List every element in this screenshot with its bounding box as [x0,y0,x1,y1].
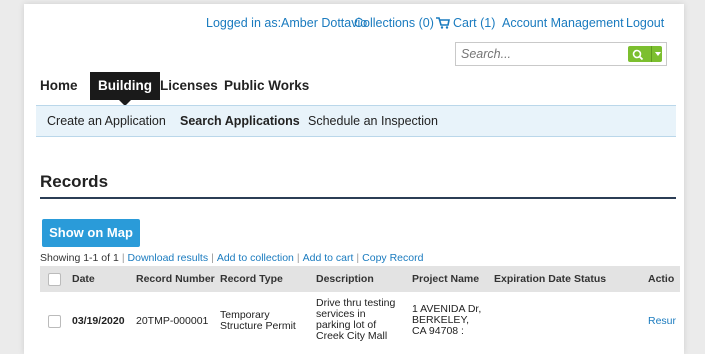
cart-icon [436,17,450,32]
table-header: Date Record Number Record Type Descripti… [40,266,680,292]
show-on-map-button[interactable]: Show on Map [42,219,140,247]
results-summary: Showing 1-1 of 1 | Download results | Add to… [40,252,423,264]
nav-licenses[interactable]: Licenses [160,72,218,100]
search-box [455,42,667,66]
cell-action-resume-link[interactable]: Resur [648,315,676,327]
nav-building-label: Building [98,78,152,93]
records-heading: Records [40,172,109,191]
cell-date: 03/19/2020 [72,315,125,327]
column-header-expiration-date[interactable]: Expiration Date [494,266,571,292]
column-header-status[interactable]: Status [574,266,606,292]
account-management-link[interactable]: Account Management [502,16,624,30]
column-header-description[interactable]: Description [316,266,374,292]
column-header-record-number[interactable]: Record Number [136,266,215,292]
records-divider [40,197,676,199]
add-to-collection-link[interactable]: Add to collection [217,252,294,264]
select-all-checkbox[interactable] [48,273,61,286]
top-bar: Logged in as:Amber Dottavio Collections … [24,16,684,34]
cell-description: Drive thru testing services in parking l… [316,297,396,342]
copy-record-link[interactable]: Copy Record [362,252,423,264]
link-separator: | [121,252,125,264]
column-header-date[interactable]: Date [72,266,95,292]
cart-label: Cart (1) [453,16,496,30]
cell-project-name: 1 AVENIDA Dr, BERKELEY, CA 94708 : [412,303,482,337]
cell-record-number[interactable]: 20TMP-000001 [136,315,208,327]
showing-count: Showing 1-1 of 1 [40,252,119,264]
nav-building[interactable]: Building [90,72,160,106]
sub-nav: Create an Application Search Application… [36,105,676,137]
link-separator: | [211,252,214,264]
subnav-search-applications[interactable]: Search Applications [180,106,300,136]
nav-home[interactable]: Home [40,72,78,100]
cart-link[interactable]: Cart (1) [436,16,495,32]
chevron-down-icon[interactable] [655,52,661,56]
link-separator: | [356,252,360,264]
page-container: Logged in as:Amber Dottavio Collections … [24,4,684,354]
search-icon [632,48,644,66]
logged-in-label: Logged in as:Amber Dottavio [206,16,368,30]
search-button-divider [651,46,652,62]
search-button[interactable] [628,46,662,62]
cell-record-type: Temporary Structure Permit [220,309,296,332]
add-to-cart-link[interactable]: Add to cart [303,252,354,264]
nav-public-works[interactable]: Public Works [224,72,309,100]
column-header-project-name[interactable]: Project Name [412,266,479,292]
table-row: 03/19/2020 20TMP-000001 Temporary Struct… [40,294,680,350]
column-header-action[interactable]: Actio [648,266,674,292]
column-header-record-type[interactable]: Record Type [220,266,283,292]
subnav-schedule-inspection[interactable]: Schedule an Inspection [308,106,438,136]
subnav-create-application[interactable]: Create an Application [47,106,166,136]
row-checkbox[interactable] [48,315,61,328]
link-separator: | [296,252,300,264]
search-input[interactable] [456,43,621,65]
download-results-link[interactable]: Download results [128,252,209,264]
collections-link[interactable]: Collections (0) [354,16,434,30]
logout-link[interactable]: Logout [626,16,664,30]
